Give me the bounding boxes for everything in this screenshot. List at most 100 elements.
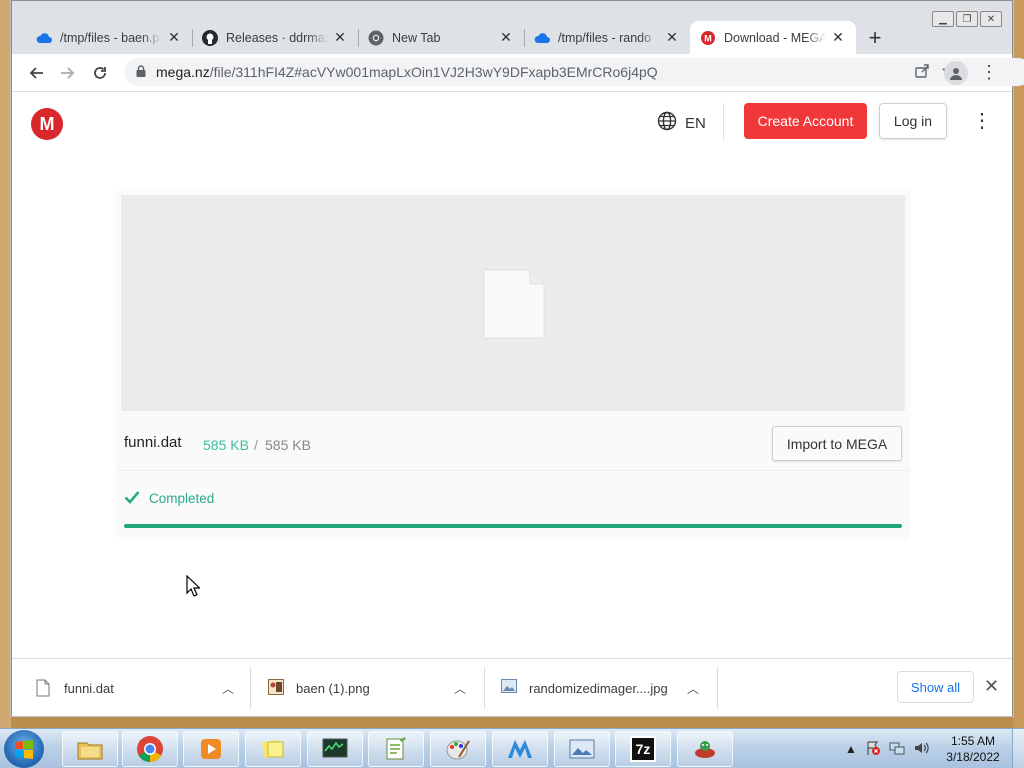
action-center-flag-icon[interactable] (865, 740, 881, 759)
volume-icon[interactable] (913, 740, 929, 759)
url-host: mega.nz (156, 64, 210, 80)
tab-title: New Tab (392, 30, 441, 45)
file-name: funni.dat (124, 434, 182, 451)
network-icon[interactable] (889, 740, 905, 759)
svg-text:M: M (704, 33, 712, 43)
file-explorer-icon[interactable] (62, 731, 118, 767)
profile-icon[interactable] (944, 61, 968, 85)
app-m-icon[interactable] (492, 731, 548, 767)
close-tab-icon[interactable]: ✕ (664, 29, 680, 46)
size-separator: / (254, 437, 258, 453)
restore-icon[interactable]: ❐ (956, 11, 978, 27)
desktop-background-left (0, 0, 11, 728)
media-player-icon[interactable] (183, 731, 239, 767)
show-desktop-button[interactable] (1012, 729, 1024, 768)
close-tab-icon[interactable]: ✕ (166, 29, 182, 46)
tab-new-tab[interactable]: New Tab ✕ (358, 21, 524, 54)
show-hidden-icons-icon[interactable]: ▲ (845, 742, 857, 756)
download-file-name: funni.dat (64, 680, 114, 696)
browser-window: /tmp/files - baen.p ✕ Releases · ddrmax … (11, 0, 1024, 716)
start-button[interactable] (4, 730, 44, 768)
chevron-up-icon[interactable]: ︿ (222, 680, 234, 697)
close-shelf-icon[interactable]: ✕ (984, 676, 999, 697)
tab-title: Releases · ddrmax (226, 30, 328, 45)
browser-toolbar: mega.nz/file/311hFI4Z#acVYw001mapLxOin1V… (12, 54, 1024, 92)
download-item[interactable]: funni.dat ︿ (36, 659, 246, 717)
close-window-icon[interactable]: ✕ (980, 11, 1002, 27)
language-label: EN (685, 114, 706, 132)
shelf-divider (484, 667, 485, 709)
import-to-mega-button[interactable]: Import to MEGA (772, 426, 902, 461)
url-path: /file/311hFI4Z#acVYw001mapLxOin1VJ2H3wY9… (209, 64, 658, 80)
file-download-card: funni.dat 585 KB / 585 KB Import to MEGA… (117, 191, 909, 538)
download-file-name: randomizedimager....jpg (529, 680, 668, 696)
image-icon (501, 679, 517, 697)
github-icon (202, 29, 218, 46)
show-all-button[interactable]: Show all (897, 671, 974, 703)
status-label: Completed (149, 491, 215, 506)
game-icon[interactable] (677, 731, 733, 767)
cloud-icon (36, 30, 52, 46)
chrome-icon[interactable] (122, 731, 178, 767)
photo-viewer-icon[interactable] (554, 731, 610, 767)
forward-icon[interactable] (52, 57, 84, 89)
new-tab-button[interactable]: + (860, 21, 890, 54)
download-status: Completed (124, 490, 214, 507)
globe-icon (657, 111, 677, 135)
address-bar[interactable]: mega.nz/file/311hFI4Z#acVYw001mapLxOin1V… (124, 58, 1024, 86)
close-tab-icon[interactable]: ✕ (498, 29, 514, 46)
mega-logo[interactable]: M (31, 108, 63, 140)
header-divider (723, 103, 724, 141)
checkmark-icon (124, 490, 140, 507)
file-preview (121, 195, 905, 411)
clock-time: 1:55 AM (950, 734, 996, 748)
language-selector[interactable]: EN (657, 111, 706, 135)
mouse-cursor-icon (186, 574, 201, 600)
tab-title: /tmp/files - baen.p (60, 30, 160, 45)
chrome-menu-icon[interactable]: ⋮ (980, 63, 998, 81)
mega-icon: M (700, 30, 716, 46)
login-button[interactable]: Log in (879, 103, 947, 139)
download-shelf: funni.dat ︿ baen (1).png ︿ randomizedima… (12, 658, 1012, 716)
tab-title: /tmp/files - rando (558, 30, 652, 45)
sticky-notes-icon[interactable] (245, 731, 301, 767)
close-tab-icon[interactable]: ✕ (830, 29, 846, 46)
shelf-divider (250, 667, 251, 709)
card-divider (117, 470, 909, 471)
7zip-label: 7z (629, 736, 657, 762)
paint-icon[interactable] (430, 731, 486, 767)
back-icon[interactable] (20, 57, 52, 89)
chrome-icon (368, 30, 384, 46)
7zip-icon[interactable]: 7z (615, 731, 671, 767)
share-icon[interactable] (914, 63, 930, 82)
image-icon (268, 679, 284, 697)
reload-icon[interactable] (84, 57, 116, 89)
tab-tmp-files-random[interactable]: /tmp/files - rando ✕ (524, 21, 690, 54)
window-controls: ▁ ❐ ✕ (932, 11, 1002, 27)
task-manager-icon[interactable] (307, 731, 363, 767)
progress-fill (124, 524, 902, 528)
taskbar: 7z ▲ 1:55 AM 3/18/2022 (0, 728, 1024, 768)
chevron-up-icon[interactable]: ︿ (687, 680, 699, 697)
tab-strip: /tmp/files - baen.p ✕ Releases · ddrmax … (26, 20, 890, 54)
minimize-icon[interactable]: ▁ (932, 11, 954, 27)
clock-date: 3/18/2022 (946, 750, 1000, 764)
tab-releases[interactable]: Releases · ddrmax ✕ (192, 21, 358, 54)
tab-title: Download - MEGA (724, 30, 826, 45)
download-item[interactable]: randomizedimager....jpg ︿ (501, 659, 711, 717)
generic-file-icon (482, 268, 546, 343)
tab-tmp-files-baen[interactable]: /tmp/files - baen.p ✕ (26, 21, 192, 54)
tab-download-mega[interactable]: M Download - MEGA ✕ (690, 21, 856, 54)
chevron-up-icon[interactable]: ︿ (454, 680, 466, 697)
system-tray: ▲ (845, 729, 929, 768)
close-tab-icon[interactable]: ✕ (332, 29, 348, 46)
cloud-icon (534, 30, 550, 46)
download-item[interactable]: baen (1).png ︿ (268, 659, 478, 717)
create-account-button[interactable]: Create Account (744, 103, 867, 139)
title-bar: /tmp/files - baen.p ✕ Releases · ddrmax … (12, 1, 1012, 54)
more-menu-icon[interactable]: ⋮ (972, 111, 992, 131)
lock-icon[interactable] (136, 64, 146, 80)
system-clock[interactable]: 1:55 AM 3/18/2022 (940, 733, 1006, 765)
file-icon (36, 679, 52, 697)
notepad-icon[interactable] (368, 731, 424, 767)
